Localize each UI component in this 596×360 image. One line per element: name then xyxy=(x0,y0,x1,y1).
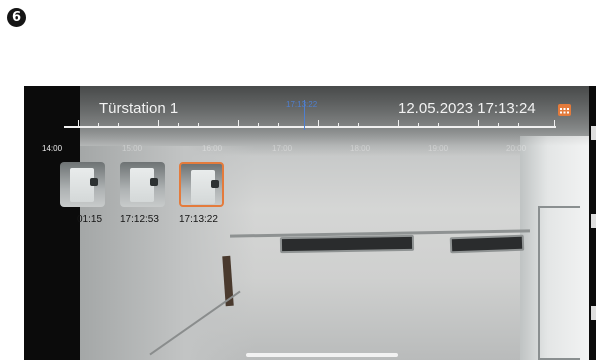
timeline-scrubber[interactable] xyxy=(64,120,556,128)
timeline-tick xyxy=(98,123,99,126)
calendar-icon[interactable] xyxy=(558,104,571,116)
timeline-tick xyxy=(398,120,399,126)
feed-left-wall xyxy=(80,146,255,360)
snapshot-image-detail xyxy=(211,180,219,188)
timeline-tick xyxy=(478,120,479,126)
timeline-tick xyxy=(198,123,199,126)
timeline-tick xyxy=(238,120,239,126)
timeline-hour-label: 19:00 xyxy=(428,144,449,153)
phone-screen: Türstation 1 12.05.2023 17:13:24 17:13:2… xyxy=(24,86,596,360)
current-datetime: 12.05.2023 17:13:24 xyxy=(398,100,536,117)
home-indicator[interactable] xyxy=(246,353,398,357)
timeline-cursor-time: 17:13:22 xyxy=(286,100,318,109)
timeline-tick xyxy=(118,123,119,126)
step-number-badge: 6 xyxy=(7,8,26,27)
door-station-title: Türstation 1 xyxy=(99,100,179,117)
snapshot-time: 17:13:22 xyxy=(179,214,218,225)
timeline-tick xyxy=(438,123,439,126)
snapshot-thumbnail[interactable] xyxy=(120,162,165,207)
feed-ceiling-light xyxy=(449,234,525,254)
timeline-hour-label: 14:00 xyxy=(42,144,63,153)
feed-ceiling-light xyxy=(279,234,415,254)
timeline-tick xyxy=(338,123,339,126)
timeline-tick xyxy=(518,123,519,126)
timeline-hour-label: 15:00 xyxy=(122,144,143,153)
snapshot-thumbnail[interactable] xyxy=(60,162,105,207)
snapshot-image-detail xyxy=(90,178,98,186)
timeline-tick xyxy=(78,120,79,126)
snapshot-image-detail xyxy=(150,178,158,186)
timeline-hour-label: 17:00 xyxy=(272,144,293,153)
snapshot-time: 17:12:53 xyxy=(120,214,159,225)
timeline-tick xyxy=(278,123,279,126)
timeline-hour-label: 16:00 xyxy=(202,144,223,153)
side-control[interactable] xyxy=(591,214,596,228)
timeline-tick xyxy=(554,120,555,126)
side-control[interactable] xyxy=(591,306,596,320)
timeline-tick xyxy=(318,120,319,126)
timeline-tick xyxy=(158,120,159,126)
timeline-hour-label: 18:00 xyxy=(350,144,371,153)
timeline-tick xyxy=(178,123,179,126)
timeline-tick xyxy=(498,123,499,126)
feed-door-frame xyxy=(538,206,580,360)
snapshot-thumbnail-selected[interactable] xyxy=(179,162,224,207)
side-control[interactable] xyxy=(591,126,596,140)
timeline-tick xyxy=(258,123,259,126)
timeline-hour-label: 20:00 xyxy=(506,144,527,153)
timeline-tick xyxy=(358,123,359,126)
snapshot-time: 01:15 xyxy=(77,214,103,225)
timeline-tick xyxy=(418,123,419,126)
